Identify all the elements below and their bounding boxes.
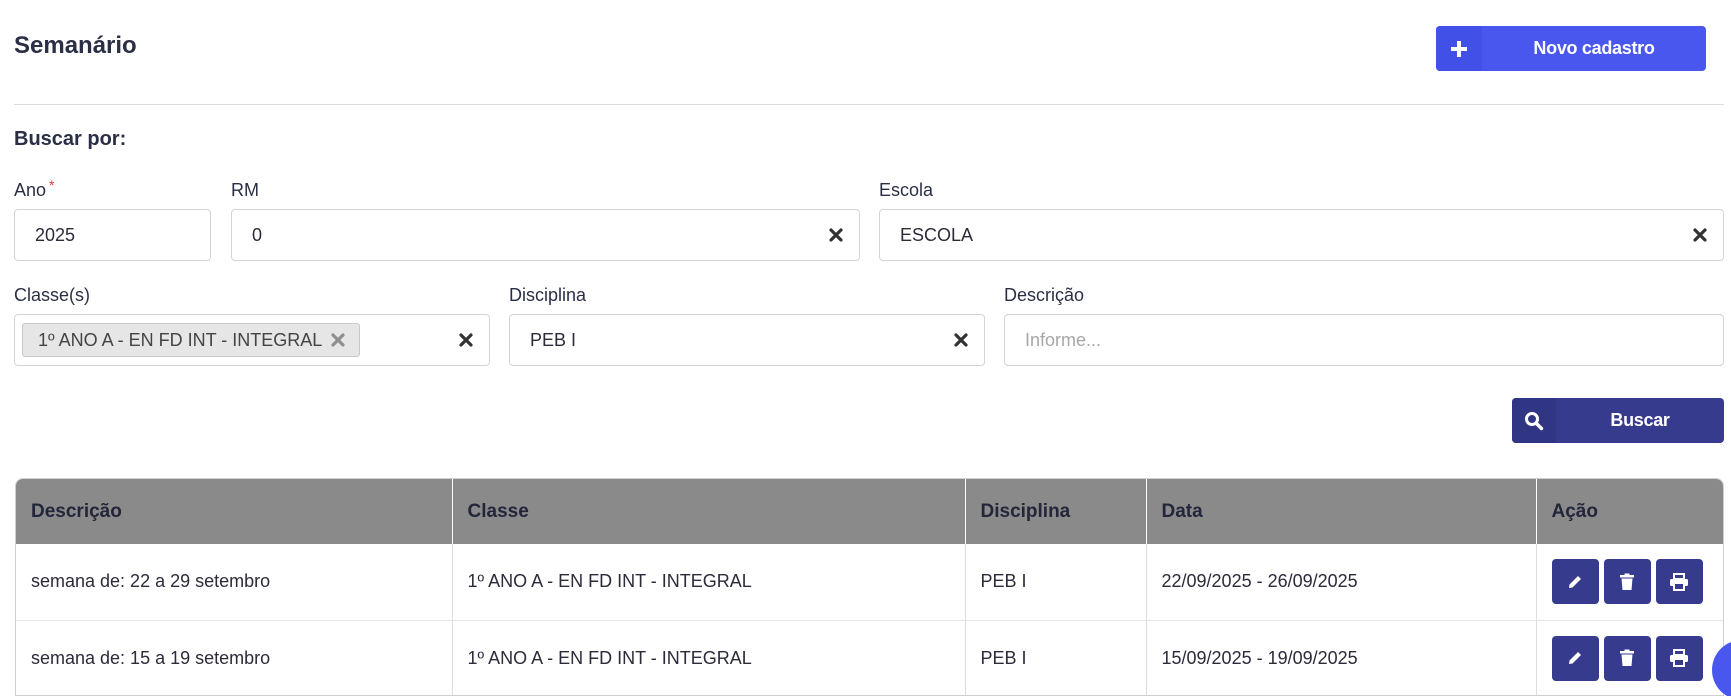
disciplina-field[interactable]: PEB I	[509, 314, 985, 366]
remove-tag-icon[interactable]	[331, 333, 345, 347]
cell-actions	[1536, 620, 1723, 695]
cell-data: 15/09/2025 - 19/09/2025	[1146, 620, 1537, 695]
new-record-label: Novo cadastro	[1533, 38, 1655, 58]
delete-button[interactable]	[1603, 635, 1651, 681]
disciplina-clear-icon[interactable]	[938, 315, 984, 365]
column-header-descricao[interactable]: Descrição	[16, 479, 453, 544]
required-mark: *	[49, 177, 55, 193]
cell-actions	[1536, 544, 1723, 621]
descricao-label: Descrição	[1004, 285, 1085, 305]
ano-label: Ano *	[14, 177, 55, 201]
cell-disciplina: PEB I	[965, 620, 1147, 695]
results-table: Descrição Classe Disciplina Data Ação se…	[15, 478, 1724, 696]
table-header-row: Descrição Classe Disciplina Data Ação	[16, 479, 1723, 544]
rm-label: RM	[231, 180, 259, 200]
rm-field[interactable]: 0	[231, 209, 860, 261]
search-icon	[1512, 398, 1556, 443]
classes-label: Classe(s)	[14, 285, 91, 305]
trash-icon	[1620, 649, 1634, 666]
pencil-icon	[1569, 652, 1581, 664]
descricao-placeholder: Informe...	[1025, 329, 1102, 350]
cell-descricao: semana de: 15 a 19 setembro	[16, 620, 453, 695]
pencil-icon	[1569, 575, 1581, 588]
new-record-button[interactable]: Novo cadastro	[1436, 26, 1706, 71]
disciplina-label: Disciplina	[509, 285, 587, 305]
edit-button[interactable]	[1551, 559, 1599, 605]
column-header-classe[interactable]: Classe	[452, 479, 966, 544]
class-tag-label: 1º ANO A - EN FD INT - INTEGRAL	[38, 329, 323, 350]
ano-value: 2025	[35, 224, 76, 245]
cell-data: 22/09/2025 - 26/09/2025	[1146, 544, 1537, 621]
rm-value: 0	[252, 224, 263, 245]
plus-icon	[1436, 26, 1482, 71]
ano-field[interactable]: 2025	[14, 209, 211, 261]
cell-classe: 1º ANO A - EN FD INT - INTEGRAL	[452, 620, 966, 695]
column-header-disciplina[interactable]: Disciplina	[965, 479, 1147, 544]
ano-label-text: Ano	[14, 180, 47, 200]
class-tag: 1º ANO A - EN FD INT - INTEGRAL	[22, 323, 361, 357]
trash-icon	[1620, 573, 1634, 590]
search-button-label: Buscar	[1610, 410, 1670, 430]
table-row: semana de: 22 a 29 setembro 1º ANO A - E…	[16, 544, 1723, 621]
classes-clear-icon[interactable]	[443, 315, 489, 365]
cell-disciplina: PEB I	[965, 544, 1147, 621]
header-divider	[14, 104, 1724, 105]
page-title: Semanário	[14, 32, 137, 59]
rm-clear-icon[interactable]	[813, 210, 859, 260]
cell-classe: 1º ANO A - EN FD INT - INTEGRAL	[452, 544, 966, 621]
printer-icon	[1670, 649, 1688, 667]
escola-field[interactable]: ESCOLA	[879, 209, 1724, 261]
print-button[interactable]	[1655, 635, 1703, 681]
edit-button[interactable]	[1551, 635, 1599, 681]
column-header-data[interactable]: Data	[1146, 479, 1537, 544]
table-row: semana de: 15 a 19 setembro 1º ANO A - E…	[16, 620, 1723, 695]
search-button[interactable]: Buscar	[1512, 398, 1724, 443]
escola-label: Escola	[879, 180, 934, 200]
classes-multiselect[interactable]: 1º ANO A - EN FD INT - INTEGRAL	[14, 314, 490, 366]
disciplina-value: PEB I	[530, 329, 577, 350]
column-header-acao: Ação	[1536, 479, 1723, 544]
search-heading: Buscar por:	[14, 128, 127, 150]
escola-value: ESCOLA	[900, 224, 974, 245]
print-button[interactable]	[1655, 559, 1703, 605]
escola-clear-icon[interactable]	[1677, 210, 1723, 260]
cell-descricao: semana de: 22 a 29 setembro	[16, 544, 453, 621]
descricao-input[interactable]: Informe...	[1004, 314, 1724, 366]
delete-button[interactable]	[1603, 559, 1651, 605]
printer-icon	[1670, 572, 1688, 591]
